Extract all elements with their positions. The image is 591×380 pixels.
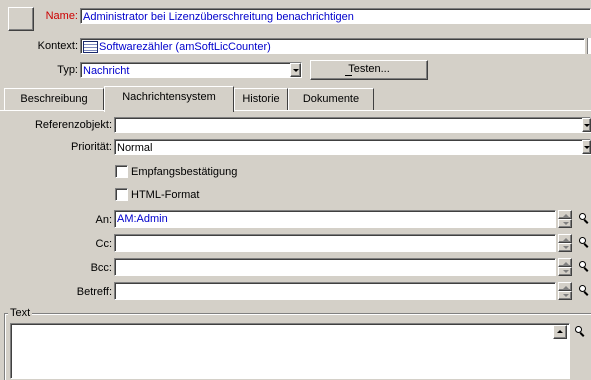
record-image-box[interactable] <box>8 7 34 31</box>
text-area[interactable] <box>10 323 570 379</box>
cc-spinner[interactable] <box>558 234 572 252</box>
spin-up-icon[interactable] <box>558 258 572 267</box>
ref-select[interactable] <box>114 117 591 133</box>
name-label: Name: <box>45 10 78 22</box>
to-label: An: <box>95 214 112 226</box>
name-field[interactable]: Administrator bei Lizenzüberschreitung b… <box>80 8 591 24</box>
tab-strip-line <box>0 110 591 111</box>
tab-beschreibung[interactable]: Beschreibung <box>4 88 104 110</box>
dropdown-arrow-icon <box>293 69 299 72</box>
ref-dropdown-button[interactable] <box>582 118 591 132</box>
spin-up-icon[interactable] <box>558 282 572 291</box>
priority-dropdown-button[interactable] <box>582 140 591 154</box>
tab-historie[interactable]: Historie <box>234 88 288 110</box>
magnifier-icon[interactable] <box>573 323 587 341</box>
magnifier-icon[interactable] <box>577 258 591 276</box>
table-icon <box>83 41 98 53</box>
to-spinner[interactable] <box>558 210 572 228</box>
priority-label: Priorität: <box>71 141 112 153</box>
magnifier-icon[interactable] <box>577 234 591 252</box>
test-button[interactable]: Testen... <box>310 60 428 80</box>
spin-down-icon[interactable] <box>558 243 572 252</box>
html-format-label: HTML-Format <box>131 189 200 201</box>
receipt-label: Empfangsbestätigung <box>131 166 238 178</box>
cc-field[interactable] <box>114 234 556 252</box>
bcc-field[interactable] <box>114 258 556 276</box>
context-edge <box>587 38 591 54</box>
test-button-underline <box>345 75 352 76</box>
subject-label: Betreff: <box>76 286 112 298</box>
context-label: Kontext: <box>37 40 78 52</box>
subject-field[interactable] <box>114 282 556 300</box>
text-scroll-up-button[interactable] <box>553 325 567 339</box>
to-field[interactable]: AM:Admin <box>114 210 556 228</box>
spin-down-icon[interactable] <box>558 267 572 276</box>
dropdown-arrow-icon <box>584 124 590 127</box>
magnifier-icon[interactable] <box>577 282 591 300</box>
bcc-spinner[interactable] <box>558 258 572 276</box>
context-value: Softwarezähler (amSoftLicCounter) <box>99 41 271 53</box>
ref-label: Referenzobjekt: <box>34 119 112 131</box>
receipt-checkbox[interactable] <box>115 165 128 178</box>
priority-select[interactable]: Normal <box>114 139 591 155</box>
dropdown-arrow-icon <box>584 146 590 149</box>
spin-up-icon[interactable] <box>558 210 572 219</box>
type-dropdown-button[interactable] <box>290 63 301 77</box>
context-field[interactable]: Softwarezähler (amSoftLicCounter) <box>80 38 585 54</box>
subject-spinner[interactable] <box>558 282 572 300</box>
type-select[interactable]: Nachricht <box>80 62 302 78</box>
spin-down-icon[interactable] <box>558 291 572 300</box>
scroll-up-icon <box>557 330 563 333</box>
tab-dokumente[interactable]: Dokumente <box>288 88 374 110</box>
cc-label: Cc: <box>95 238 113 250</box>
spin-up-icon[interactable] <box>558 234 572 243</box>
magnifier-icon[interactable] <box>577 210 591 228</box>
html-format-checkbox[interactable] <box>115 188 128 201</box>
spin-down-icon[interactable] <box>558 219 572 228</box>
tab-nachrichtensystem[interactable]: Nachrichtensystem <box>104 86 234 112</box>
text-group-label: Text <box>8 305 33 321</box>
type-label: Typ: <box>57 64 78 76</box>
bcc-label: Bcc: <box>90 262 112 274</box>
